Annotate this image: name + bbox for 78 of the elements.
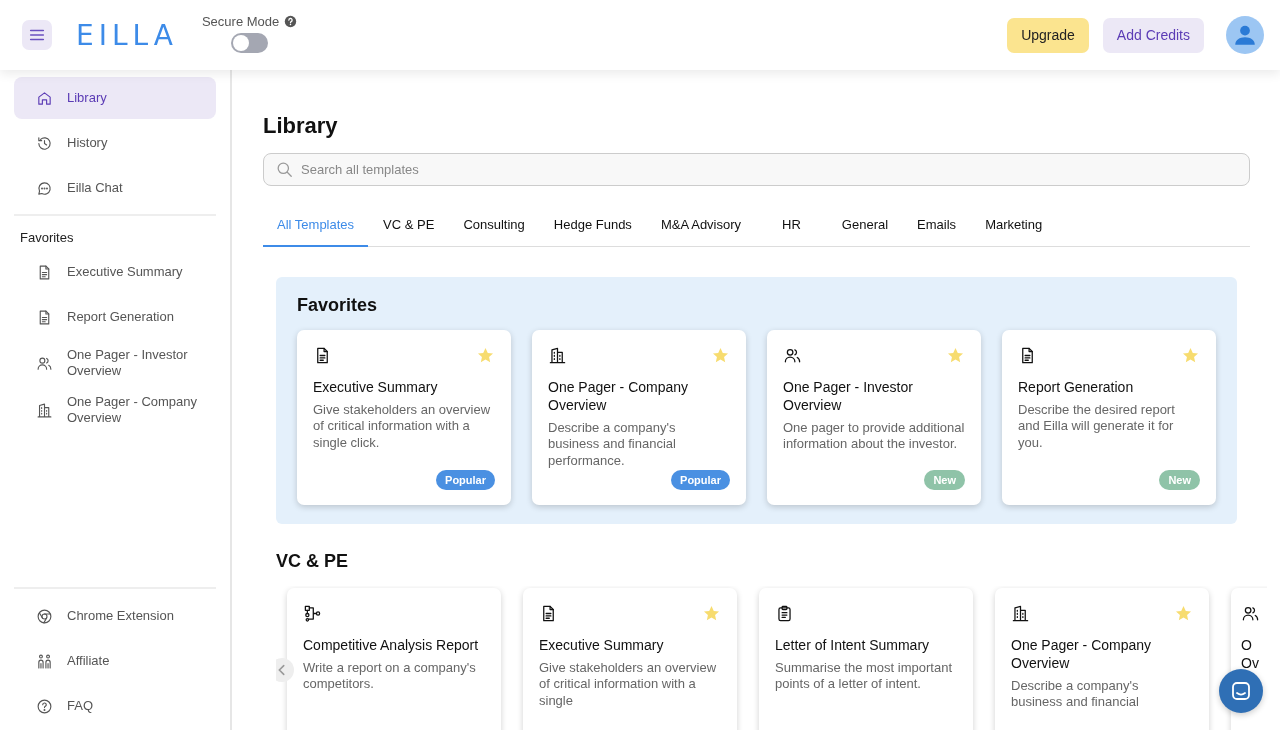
tab[interactable]: Marketing (971, 206, 1057, 247)
chat-icon (1229, 679, 1253, 703)
users-icon (783, 346, 802, 365)
building-icon (548, 346, 567, 365)
card-title: One Pager - Investor Overview (783, 377, 914, 414)
card-description: Summarise the most important points of a letter of intent. (775, 659, 953, 693)
template-card[interactable]: One Pager - Company Overview Describe a company's business and financial (995, 587, 1209, 730)
card-title: Report Generation (1018, 377, 1135, 396)
sidebar-item[interactable]: One Pager - Investor Overview (14, 341, 216, 385)
people-icon (36, 652, 53, 670)
sidebar-item[interactable]: Report Generation (14, 296, 216, 338)
chrome-icon (36, 607, 53, 625)
tab[interactable]: Emails (903, 206, 971, 247)
card-description: One pager to provide additional information about the investor. (783, 419, 965, 453)
chat-launcher-button[interactable] (1219, 669, 1263, 713)
page-title: Library (263, 113, 339, 139)
template-card[interactable]: Competitive Analysis Report Write a report on a company's competitors. (287, 587, 501, 730)
badge: Popular (436, 469, 495, 490)
sidebar-item[interactable]: Library (14, 77, 216, 119)
card-title: Executive Summary (313, 377, 439, 396)
building-icon (1011, 604, 1030, 623)
search-field[interactable]: Search all templates (263, 153, 1250, 186)
template-card[interactable]: Letter of Intent Summary Summarise the most important points of a letter of intent. (759, 587, 973, 730)
card-title: Letter of Intent Summary (775, 635, 931, 654)
history-icon (36, 134, 53, 152)
badge: New (924, 469, 965, 490)
card-title: Competitive Analysis Report (303, 635, 480, 654)
card-description: Give stakeholders an overview of critical information with a single (539, 659, 718, 709)
tab[interactable]: All Templates (263, 206, 369, 247)
avatar-button[interactable] (1226, 16, 1264, 54)
sidebar-item[interactable]: History (14, 122, 216, 164)
flowchart-icon (303, 604, 322, 623)
card-title: One Pager - Company Overview (548, 377, 690, 414)
sidebar-item[interactable]: One Pager - Company Overview (14, 388, 216, 432)
secure-mode-label: Secure Mode (201, 14, 280, 29)
previous-button[interactable] (276, 657, 294, 682)
card-description: Write a report on a company's competitors. (303, 659, 477, 693)
tab[interactable]: Hedge Funds (539, 206, 646, 247)
template-card[interactable]: One Pager - Company Overview Describe a company's business and financial performance. Popular (532, 329, 746, 505)
sidebar-item[interactable]: Affiliate (14, 640, 216, 682)
secure-mode-toggle[interactable] (231, 33, 269, 53)
tab[interactable]: General (827, 206, 903, 247)
sidebar-item[interactable]: Executive Summary (14, 251, 216, 293)
badge: Popular (671, 469, 730, 490)
section-title: Favorites (297, 294, 379, 316)
help-icon (284, 15, 298, 28)
card-title: O (1241, 635, 1253, 654)
upgrade-button[interactable]: Upgrade (1007, 17, 1089, 53)
card-description: Describe the desired report and Eilla will generate it for you. (1018, 401, 1176, 451)
template-card[interactable]: Report Generation Describe the desired report and Eilla will generate it for you. New (1002, 329, 1216, 505)
template-card[interactable]: One Pager - Investor Overview One pager to provide additional information about the investor. New (767, 329, 981, 505)
section-title: VC & PE (276, 550, 350, 572)
badge: New (1159, 469, 1200, 490)
card-title: Ov (1241, 653, 1260, 672)
card-description: Describe a company's business and financial (1011, 677, 1140, 711)
add-credits-button[interactable]: Add Credits (1102, 17, 1204, 53)
building-icon (36, 401, 53, 419)
chat-bubble-icon (36, 179, 53, 197)
template-card[interactable]: Executive Summary Give stakeholders an overview of critical information with a single (523, 587, 737, 730)
tab[interactable]: Consulting (449, 206, 539, 247)
home-icon (36, 89, 53, 107)
sidebar-item[interactable]: Eilla Chat (14, 167, 216, 209)
card-description: Describe a company's business and financial performance. (548, 419, 677, 469)
sidebar-item[interactable]: FAQ (14, 685, 216, 727)
users-icon (1241, 604, 1260, 623)
card-description: Give stakeholders an overview of critical information with a single click. (313, 401, 492, 451)
card-title: Executive Summary (539, 635, 665, 654)
help-icon (36, 697, 53, 715)
clipboard-icon (775, 604, 794, 623)
search-icon (275, 160, 294, 179)
card-title: One Pager - Company Overview (1011, 635, 1153, 672)
menu-button[interactable] (22, 20, 52, 50)
sidebar-item[interactable]: Chrome Extension (14, 595, 216, 637)
tab[interactable]: HR (756, 206, 827, 247)
tab[interactable]: M&A Advisory (646, 206, 756, 247)
favorites-heading: Favorites (19, 229, 75, 247)
tab[interactable]: VC & PE (369, 206, 449, 247)
template-card[interactable]: Executive Summary Give stakeholders an overview of critical information with a single click. Popular (297, 329, 511, 505)
